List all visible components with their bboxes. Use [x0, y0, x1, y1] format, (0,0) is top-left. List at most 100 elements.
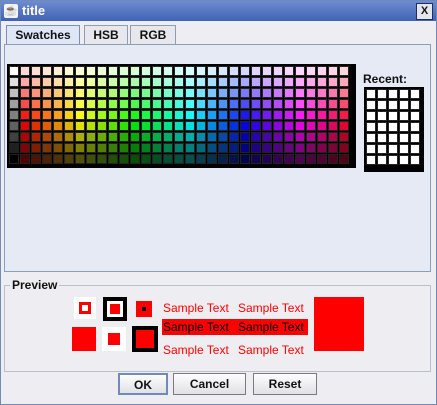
color-swatch[interactable]	[9, 143, 19, 153]
color-swatch[interactable]	[196, 154, 206, 164]
color-swatch[interactable]	[53, 121, 63, 131]
color-swatch[interactable]	[207, 143, 217, 153]
color-swatch[interactable]	[306, 110, 316, 120]
color-swatch[interactable]	[42, 88, 52, 98]
color-swatch[interactable]	[64, 143, 74, 153]
reset-button[interactable]: Reset	[253, 373, 317, 395]
color-swatch[interactable]	[163, 154, 173, 164]
color-swatch[interactable]	[185, 77, 195, 87]
color-swatch[interactable]	[218, 143, 228, 153]
color-swatch[interactable]	[174, 66, 184, 76]
color-swatch[interactable]	[306, 88, 316, 98]
color-swatch[interactable]	[130, 77, 140, 87]
color-swatch[interactable]	[53, 88, 63, 98]
color-swatch[interactable]	[218, 88, 228, 98]
color-swatch[interactable]	[185, 66, 195, 76]
recent-swatch-grid[interactable]	[364, 87, 424, 172]
color-swatch[interactable]	[306, 132, 316, 142]
color-swatch[interactable]	[339, 99, 349, 109]
close-button[interactable]: X	[416, 3, 433, 20]
color-swatch[interactable]	[284, 66, 294, 76]
color-swatch[interactable]	[174, 121, 184, 131]
recent-swatch[interactable]	[366, 144, 376, 154]
recent-swatch[interactable]	[366, 89, 376, 99]
color-swatch[interactable]	[97, 132, 107, 142]
color-swatch[interactable]	[119, 77, 129, 87]
color-swatch[interactable]	[328, 99, 338, 109]
color-swatch[interactable]	[64, 66, 74, 76]
color-swatch[interactable]	[152, 77, 162, 87]
color-swatch[interactable]	[240, 143, 250, 153]
color-swatch[interactable]	[108, 110, 118, 120]
color-swatch[interactable]	[196, 77, 206, 87]
color-swatch[interactable]	[229, 154, 239, 164]
color-swatch[interactable]	[229, 132, 239, 142]
color-swatch[interactable]	[240, 121, 250, 131]
recent-swatch[interactable]	[388, 133, 398, 143]
color-swatch[interactable]	[339, 66, 349, 76]
color-swatch[interactable]	[185, 132, 195, 142]
color-swatch[interactable]	[262, 132, 272, 142]
color-swatch[interactable]	[251, 77, 261, 87]
color-swatch[interactable]	[317, 154, 327, 164]
color-swatch[interactable]	[240, 110, 250, 120]
color-swatch[interactable]	[284, 132, 294, 142]
color-swatch[interactable]	[119, 99, 129, 109]
color-swatch[interactable]	[9, 132, 19, 142]
color-swatch[interactable]	[9, 99, 19, 109]
recent-swatch[interactable]	[388, 155, 398, 165]
color-swatch[interactable]	[86, 121, 96, 131]
color-swatch[interactable]	[141, 99, 151, 109]
recent-swatch[interactable]	[388, 122, 398, 132]
color-swatch[interactable]	[86, 77, 96, 87]
color-swatch[interactable]	[306, 154, 316, 164]
color-swatch[interactable]	[141, 143, 151, 153]
color-swatch[interactable]	[328, 121, 338, 131]
color-swatch[interactable]	[229, 88, 239, 98]
color-swatch[interactable]	[53, 66, 63, 76]
color-swatch[interactable]	[317, 132, 327, 142]
color-swatch[interactable]	[273, 143, 283, 153]
color-swatch[interactable]	[328, 77, 338, 87]
color-swatch[interactable]	[317, 143, 327, 153]
color-swatch[interactable]	[185, 99, 195, 109]
color-swatch[interactable]	[273, 121, 283, 131]
color-swatch[interactable]	[306, 66, 316, 76]
color-swatch[interactable]	[295, 154, 305, 164]
color-swatch[interactable]	[174, 110, 184, 120]
color-swatch[interactable]	[196, 110, 206, 120]
color-swatch[interactable]	[86, 66, 96, 76]
color-swatch[interactable]	[119, 66, 129, 76]
color-swatch[interactable]	[20, 99, 30, 109]
color-swatch[interactable]	[328, 132, 338, 142]
recent-swatch[interactable]	[388, 111, 398, 121]
color-swatch[interactable]	[207, 77, 217, 87]
color-swatch[interactable]	[75, 66, 85, 76]
recent-swatch[interactable]	[377, 155, 387, 165]
color-swatch[interactable]	[86, 143, 96, 153]
color-swatch[interactable]	[9, 88, 19, 98]
color-swatch[interactable]	[152, 154, 162, 164]
color-swatch[interactable]	[295, 121, 305, 131]
color-swatch[interactable]	[273, 99, 283, 109]
color-swatch[interactable]	[218, 99, 228, 109]
color-swatch[interactable]	[339, 154, 349, 164]
color-swatch[interactable]	[53, 154, 63, 164]
color-swatch[interactable]	[163, 132, 173, 142]
color-swatch[interactable]	[273, 132, 283, 142]
tab-swatches[interactable]: Swatches	[6, 25, 80, 45]
recent-swatch[interactable]	[399, 144, 409, 154]
color-swatch[interactable]	[31, 77, 41, 87]
color-swatch[interactable]	[141, 121, 151, 131]
color-swatch[interactable]	[262, 110, 272, 120]
color-swatch[interactable]	[97, 66, 107, 76]
color-swatch[interactable]	[185, 143, 195, 153]
color-swatch[interactable]	[229, 77, 239, 87]
color-swatch[interactable]	[218, 121, 228, 131]
color-swatch[interactable]	[20, 143, 30, 153]
color-swatch[interactable]	[240, 99, 250, 109]
color-swatch[interactable]	[273, 110, 283, 120]
color-swatch[interactable]	[108, 66, 118, 76]
color-swatch[interactable]	[9, 110, 19, 120]
color-swatch[interactable]	[229, 66, 239, 76]
